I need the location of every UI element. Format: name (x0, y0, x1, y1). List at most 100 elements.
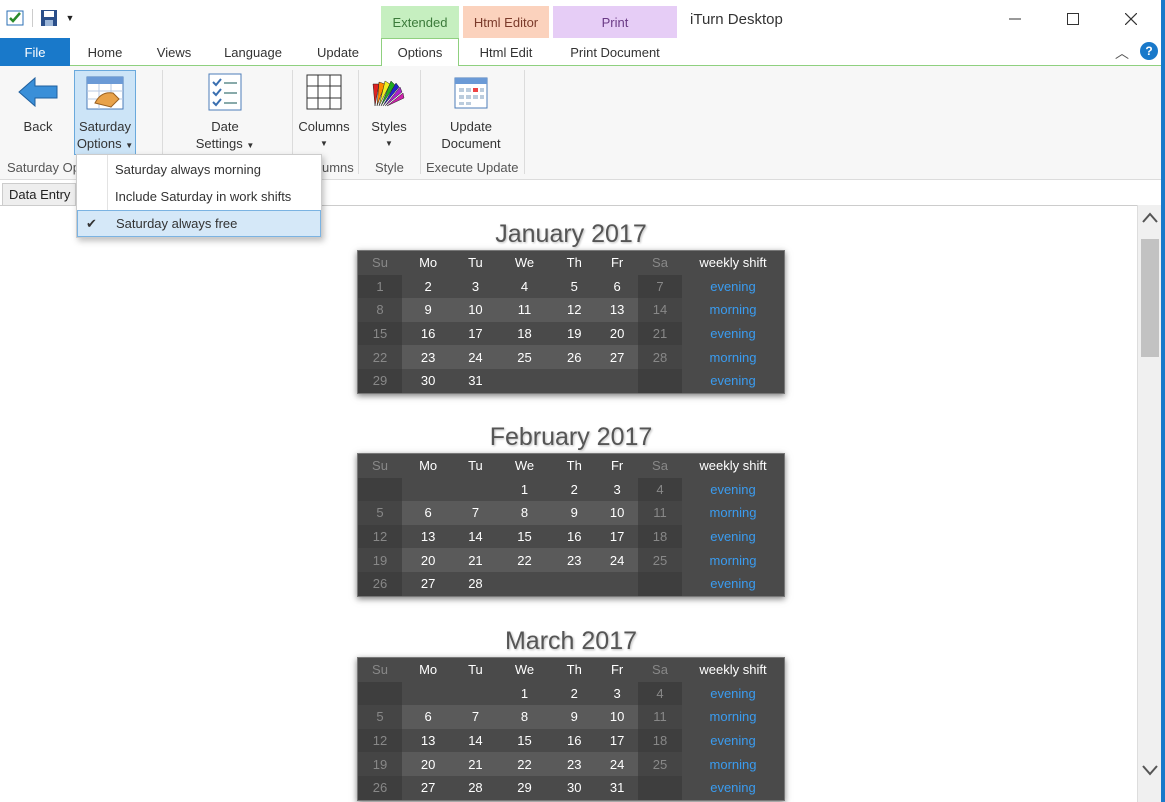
back-button[interactable]: Back (12, 70, 64, 135)
weekly-shift-cell[interactable]: evening (682, 525, 784, 549)
styles-button[interactable]: Styles ▼ (364, 70, 414, 152)
day-cell: 22 (358, 345, 402, 369)
scrollbar-thumb[interactable] (1141, 239, 1159, 357)
vertical-scrollbar[interactable] (1137, 205, 1161, 802)
day-cell: 17 (609, 733, 625, 749)
update-document-button[interactable]: Update Document (436, 70, 506, 152)
weekday-header: We (514, 662, 535, 678)
tab-language[interactable]: Language (212, 38, 294, 66)
day-cell (552, 572, 596, 596)
day-cell: 6 (613, 278, 621, 294)
weekly-shift-cell[interactable]: evening (682, 729, 784, 753)
day-cell: 7 (638, 274, 682, 299)
day-cell: 7 (454, 705, 497, 729)
tab-file[interactable]: File (0, 38, 70, 66)
weekly-shift-cell[interactable]: morning (682, 501, 784, 525)
day-cell: 2 (570, 685, 578, 701)
weekly-shift-cell[interactable]: morning (682, 705, 784, 729)
weekday-header: Th (566, 458, 582, 474)
close-icon (1125, 13, 1137, 25)
day-cell: 26 (358, 571, 402, 596)
app-checklist-icon[interactable] (6, 8, 26, 28)
day-cell (638, 571, 682, 596)
weekly-shift-cell[interactable]: evening (682, 369, 784, 393)
save-icon[interactable] (39, 8, 59, 28)
day-cell: 24 (454, 345, 497, 369)
title-bar: ▼ Extended Html Editor Print iTurn Deskt… (0, 0, 1165, 39)
day-cell: 1 (520, 481, 529, 497)
weekly-shift-cell[interactable]: morning (682, 345, 784, 369)
tab-data-entry[interactable]: Data Entry (2, 183, 76, 205)
day-cell: 29 (517, 780, 532, 796)
day-cell: 30 (567, 780, 582, 796)
tab-html-edit[interactable]: Html Edit (463, 38, 549, 66)
week-row: 8 9 10 11 12 13 14 morning (358, 298, 784, 322)
maximize-button[interactable] (1044, 0, 1102, 38)
saturday-options-button[interactable]: Saturday Options ▼ (74, 70, 136, 155)
weekday-header-row: Su Mo Tu We Th Fr Sa weekly shift (358, 251, 784, 275)
tab-options[interactable]: Options (381, 38, 459, 67)
weekday-header: Mo (419, 458, 438, 474)
day-cell: 27 (596, 345, 638, 369)
customize-toolbar-icon[interactable]: ▼ (65, 8, 75, 28)
weekly-shift-cell[interactable]: morning (682, 752, 784, 776)
tab-print-document[interactable]: Print Document (553, 38, 677, 66)
menu-item-include-saturday[interactable]: Include Saturday in work shifts (77, 183, 321, 210)
scroll-up-icon[interactable] (1142, 211, 1158, 227)
day-cell (638, 775, 682, 800)
day-cell: 29 (358, 368, 402, 393)
minimize-button[interactable] (986, 0, 1044, 38)
weekly-shift-cell[interactable]: evening (682, 572, 784, 596)
month-title: March 2017 (504, 627, 638, 655)
day-cell: 11 (638, 705, 682, 729)
window-border (1161, 0, 1165, 802)
group-label-execute-update: Execute Update (426, 160, 519, 175)
month-calendar: March 2017 Su Mo Tu We Th Fr Sa weekly shift 1 2 3 4… (357, 625, 785, 801)
weekly-shift-cell[interactable]: evening (682, 682, 784, 706)
collapse-ribbon-icon[interactable]: ︿ (1115, 43, 1129, 63)
day-cell: 23 (552, 752, 597, 776)
weekly-shift-cell[interactable]: morning (682, 298, 784, 322)
date-settings-button[interactable]: Date Settings ▼ (192, 70, 258, 154)
back-arrow-icon (16, 70, 60, 114)
weekday-header: Sa (652, 662, 668, 678)
day-cell: 12 (358, 524, 402, 549)
day-cell: 10 (596, 705, 638, 729)
columns-button[interactable]: Columns ▼ (297, 70, 351, 152)
weekday-header: Su (372, 662, 388, 678)
menu-item-label: Saturday always free (116, 216, 238, 231)
weekday-header: Tu (468, 662, 483, 678)
day-cell: 26 (358, 775, 402, 800)
tab-views[interactable]: Views (145, 38, 203, 66)
day-cell: 2 (424, 278, 432, 294)
update-document-label-1: Update (450, 119, 492, 134)
weekly-shift-cell[interactable]: evening (682, 275, 784, 299)
window-title: iTurn Desktop (690, 11, 783, 28)
weekday-header: Fr (610, 662, 624, 678)
menu-item-saturday-always-morning[interactable]: Saturday always morning (77, 156, 321, 183)
week-row: 12 13 14 15 16 17 18 evening (358, 524, 784, 549)
weekly-shift-cell[interactable]: evening (682, 776, 784, 800)
tab-home[interactable]: Home (75, 38, 135, 66)
saturday-options-label-1: Saturday (78, 119, 132, 134)
weekday-header: Sa (652, 458, 668, 474)
day-cell: 5 (570, 278, 578, 294)
day-cell: 15 (517, 529, 532, 545)
group-separator (524, 70, 525, 174)
weekly-shift-cell[interactable]: evening (682, 322, 784, 346)
help-icon[interactable]: ? (1140, 42, 1158, 60)
close-button[interactable] (1102, 0, 1160, 38)
menu-item-saturday-always-free[interactable]: ✔ Saturday always free (77, 210, 321, 237)
weekday-header: Fr (610, 458, 624, 474)
day-cell: 23 (552, 548, 597, 572)
saturday-options-menu: Saturday always morning Include Saturday… (76, 154, 322, 238)
weekday-header: Mo (419, 255, 438, 271)
group-label-style: Style (375, 160, 404, 175)
ribbon-tab-row: File Home Views Language Update Options … (0, 38, 1165, 67)
weekly-shift-cell[interactable]: morning (682, 548, 784, 572)
tab-update[interactable]: Update (303, 38, 373, 66)
weekly-shift-cell[interactable]: evening (682, 478, 784, 502)
scroll-down-icon[interactable] (1142, 763, 1158, 779)
day-cell: 19 (567, 326, 582, 342)
weekday-header: We (514, 255, 535, 271)
